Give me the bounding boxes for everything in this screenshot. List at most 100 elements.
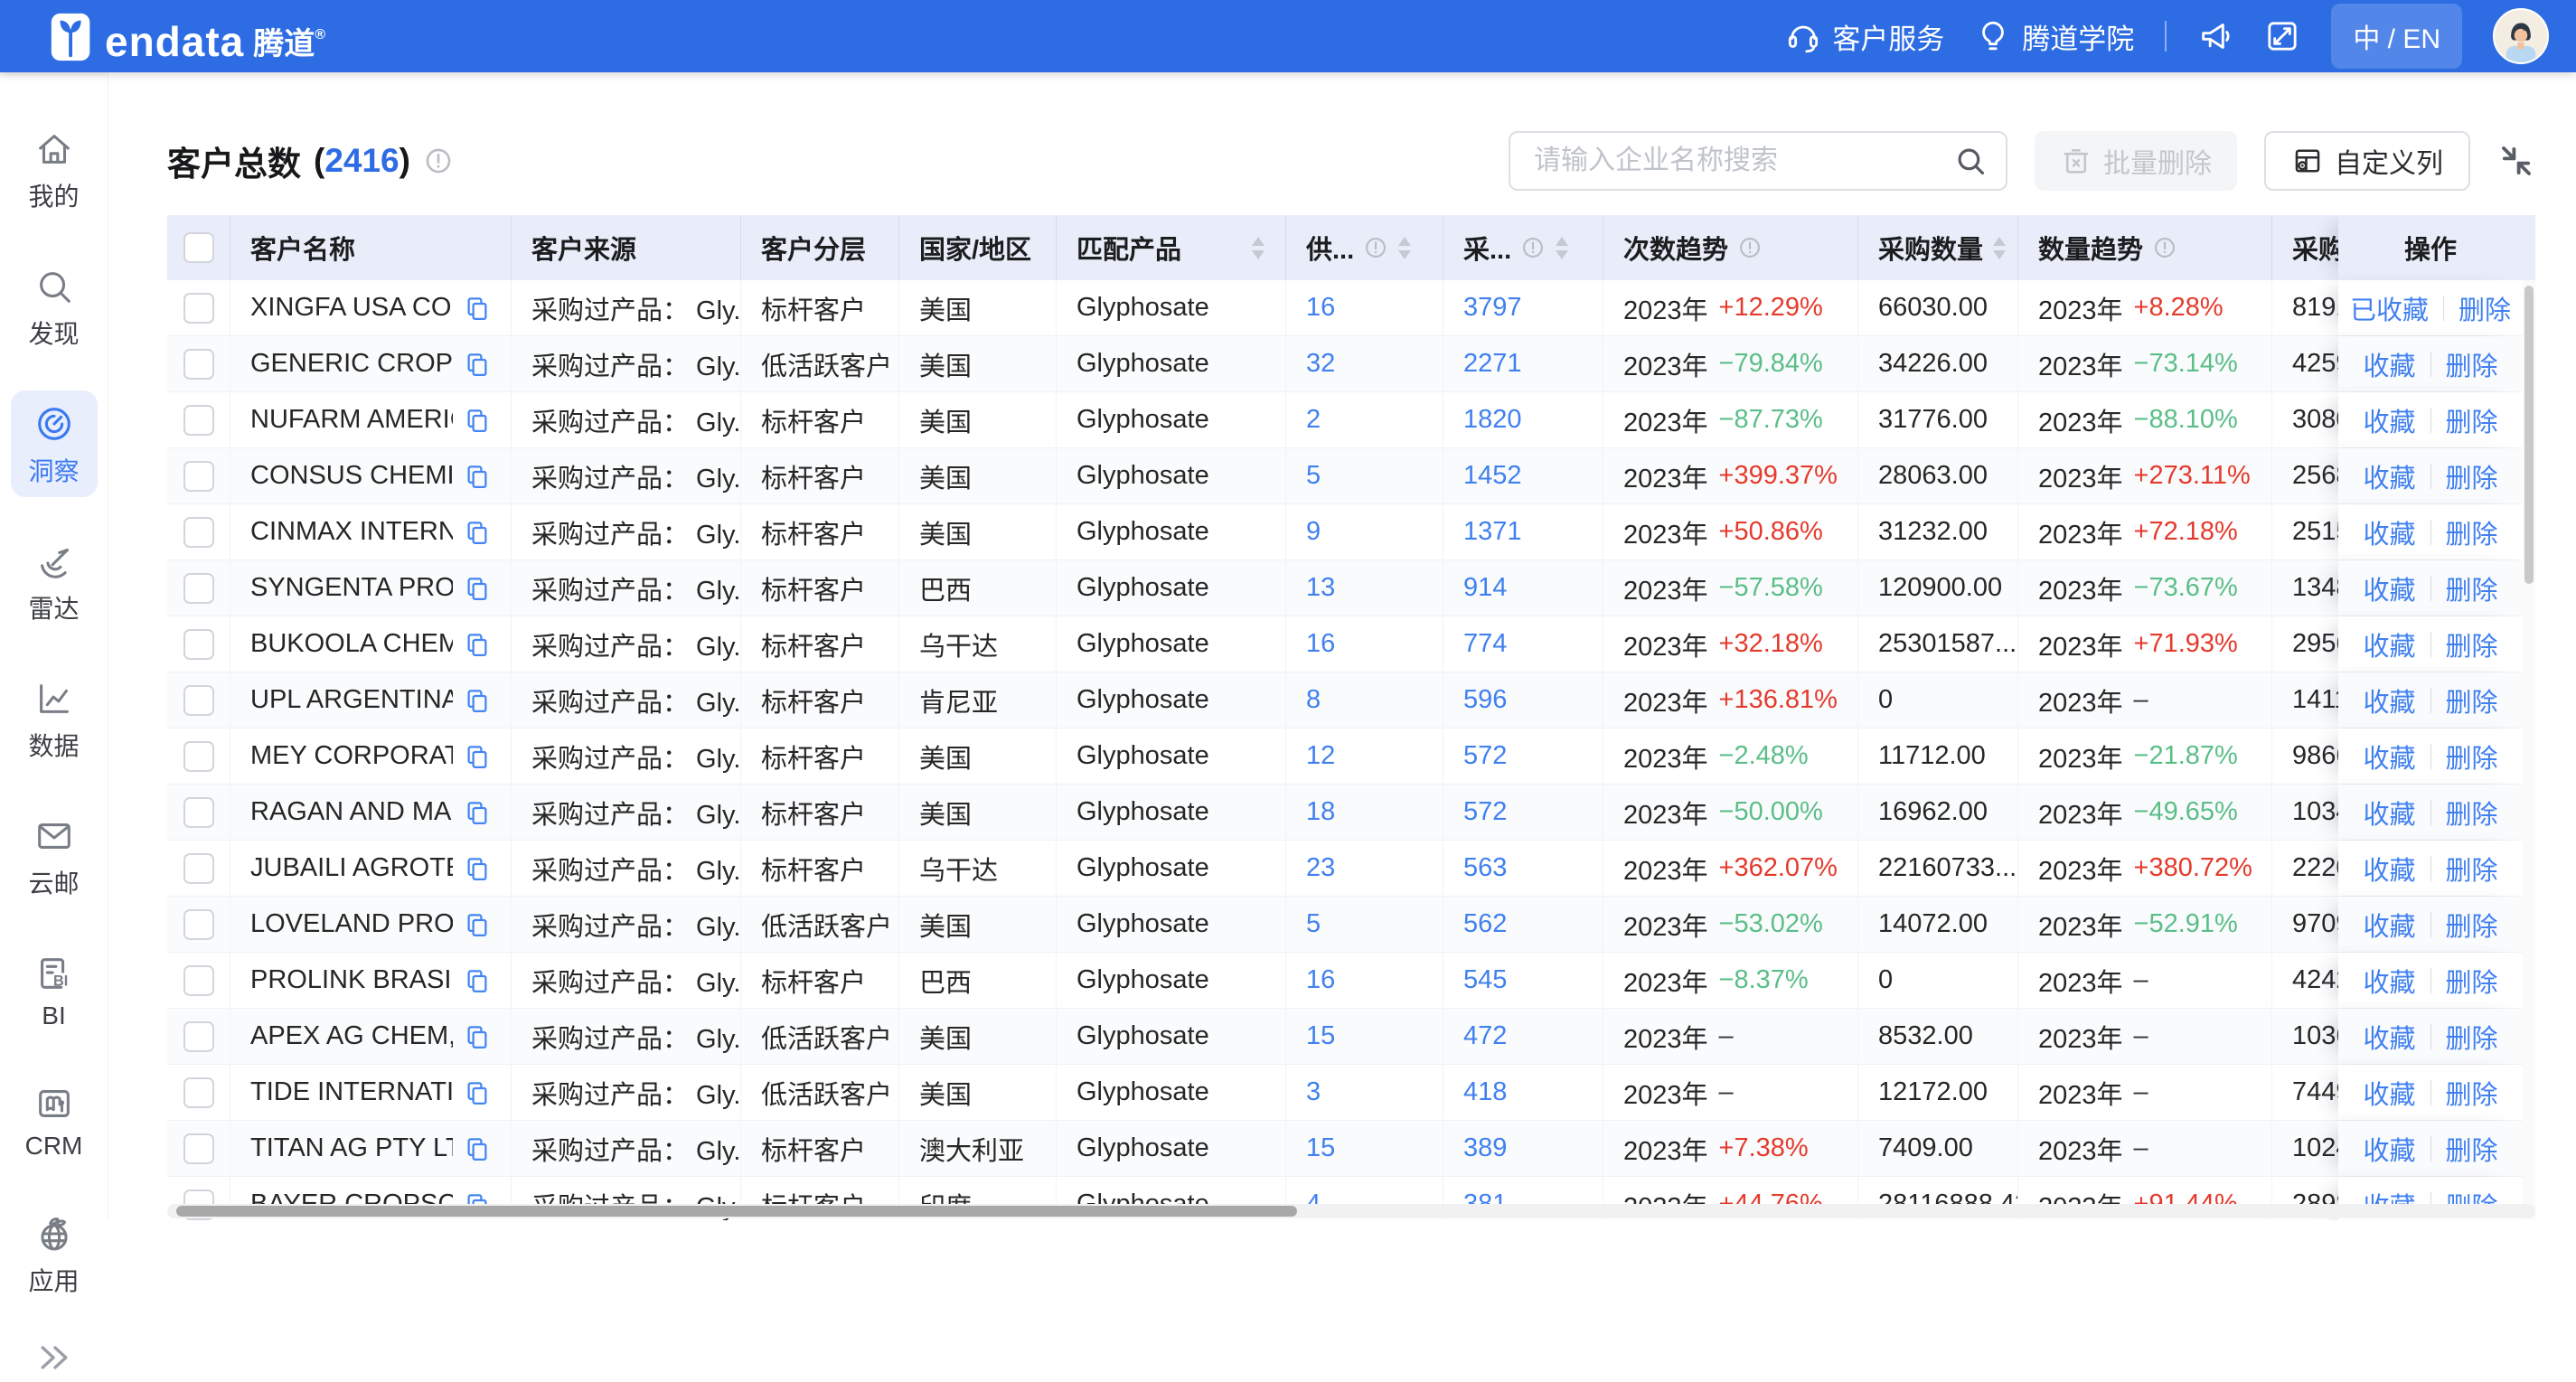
sort-control[interactable] bbox=[1992, 237, 2007, 259]
sort-control[interactable] bbox=[1251, 237, 1265, 259]
search-icon[interactable] bbox=[1953, 144, 1988, 178]
suppliers-count-link[interactable]: 16 bbox=[1306, 293, 1335, 323]
collapse-view-icon[interactable] bbox=[2497, 142, 2535, 180]
purchases-count-link[interactable]: 774 bbox=[1463, 629, 1507, 659]
copy-icon[interactable] bbox=[464, 295, 491, 322]
search-input[interactable] bbox=[1534, 146, 1953, 176]
customer-name[interactable]: BUKOOLA CHEMICA bbox=[250, 629, 453, 659]
customer-name[interactable]: GENERIC CROP SCI bbox=[250, 349, 453, 379]
suppliers-count-link[interactable]: 12 bbox=[1306, 741, 1335, 771]
customer-name[interactable]: CINMAX INTERNATIO bbox=[250, 517, 453, 547]
sort-control[interactable] bbox=[1555, 237, 1569, 259]
customer-name[interactable]: SYNGENTA PROTEC bbox=[250, 573, 453, 603]
tendata-logo[interactable]: endata 腾道® bbox=[49, 10, 325, 62]
delete-link[interactable]: 删除 bbox=[2446, 401, 2498, 439]
info-icon[interactable] bbox=[1520, 235, 1546, 260]
delete-link[interactable]: 删除 bbox=[2446, 738, 2498, 776]
favorite-link[interactable]: 收藏 bbox=[2363, 1130, 2415, 1168]
sidebar-item-apps[interactable]: 应用 bbox=[11, 1200, 98, 1307]
suppliers-count-link[interactable]: 16 bbox=[1306, 629, 1335, 659]
suppliers-count-link[interactable]: 15 bbox=[1306, 1133, 1335, 1163]
purchases-count-link[interactable]: 472 bbox=[1463, 1021, 1507, 1051]
suppliers-count-link[interactable]: 5 bbox=[1306, 461, 1321, 491]
row-checkbox[interactable] bbox=[183, 1133, 214, 1164]
info-icon[interactable] bbox=[1737, 235, 1763, 260]
delete-link[interactable]: 删除 bbox=[2446, 962, 2498, 1000]
purchases-count-link[interactable]: 596 bbox=[1463, 685, 1507, 715]
vertical-scrollbar[interactable] bbox=[2523, 280, 2535, 1220]
row-checkbox[interactable] bbox=[183, 349, 214, 380]
favorite-link[interactable]: 收藏 bbox=[2363, 513, 2415, 551]
copy-icon[interactable] bbox=[464, 575, 491, 602]
purchases-count-link[interactable]: 545 bbox=[1463, 965, 1507, 995]
company-search-box[interactable] bbox=[1509, 131, 2007, 191]
row-checkbox[interactable] bbox=[183, 741, 214, 772]
horizontal-scrollbar-thumb[interactable] bbox=[176, 1206, 1297, 1217]
suppliers-count-link[interactable]: 23 bbox=[1306, 853, 1335, 883]
sidebar-expand-button[interactable] bbox=[34, 1338, 74, 1382]
announcement-icon[interactable] bbox=[2197, 18, 2233, 54]
favorite-link[interactable]: 收藏 bbox=[2363, 794, 2415, 832]
purchases-count-link[interactable]: 418 bbox=[1463, 1077, 1507, 1107]
customer-service-link[interactable]: 客户服务 bbox=[1785, 16, 1944, 57]
suppliers-count-link[interactable]: 5 bbox=[1306, 909, 1321, 939]
copy-icon[interactable] bbox=[464, 1079, 491, 1106]
delete-link[interactable]: 删除 bbox=[2446, 1130, 2498, 1168]
purchases-count-link[interactable]: 2271 bbox=[1463, 349, 1522, 379]
row-checkbox[interactable] bbox=[183, 573, 214, 604]
delete-link[interactable]: 删除 bbox=[2446, 1074, 2498, 1112]
academy-link[interactable]: 腾道学院 bbox=[1975, 16, 2134, 57]
row-checkbox[interactable] bbox=[183, 517, 214, 548]
sort-control[interactable] bbox=[1397, 237, 1412, 259]
customer-name[interactable]: RAGAN AND MASSE bbox=[250, 797, 453, 827]
purchases-count-link[interactable]: 563 bbox=[1463, 853, 1507, 883]
favorite-link[interactable]: 收藏 bbox=[2363, 625, 2415, 663]
delete-link[interactable]: 删除 bbox=[2446, 513, 2498, 551]
customer-name[interactable]: XINGFA USA CORPO bbox=[250, 293, 453, 323]
favorite-link[interactable]: 已收藏 bbox=[2350, 289, 2429, 327]
purchases-count-link[interactable]: 572 bbox=[1463, 741, 1507, 771]
purchases-count-link[interactable]: 914 bbox=[1463, 573, 1507, 603]
customer-name[interactable]: TITAN AG PTY LTD bbox=[250, 1133, 453, 1163]
sidebar-item-bi[interactable]: BI BI bbox=[11, 940, 98, 1039]
copy-icon[interactable] bbox=[464, 911, 491, 938]
favorite-link[interactable]: 收藏 bbox=[2363, 906, 2415, 944]
delete-link[interactable]: 删除 bbox=[2446, 906, 2498, 944]
suppliers-count-link[interactable]: 13 bbox=[1306, 573, 1335, 603]
copy-icon[interactable] bbox=[464, 1023, 491, 1050]
favorite-link[interactable]: 收藏 bbox=[2363, 962, 2415, 1000]
customer-name[interactable]: UPL ARGENTINA S. bbox=[250, 685, 453, 715]
customer-name[interactable]: JUBAILI AGROTEC LI bbox=[250, 853, 453, 883]
customer-name[interactable]: LOVELAND PRODUC bbox=[250, 909, 453, 939]
vertical-scrollbar-thumb[interactable] bbox=[2524, 286, 2534, 584]
purchases-count-link[interactable]: 1452 bbox=[1463, 461, 1522, 491]
avatar[interactable] bbox=[2493, 8, 2549, 64]
suppliers-count-link[interactable]: 2 bbox=[1306, 405, 1321, 435]
row-checkbox[interactable] bbox=[183, 853, 214, 884]
row-checkbox[interactable] bbox=[183, 461, 214, 492]
row-checkbox[interactable] bbox=[183, 685, 214, 716]
row-checkbox[interactable] bbox=[183, 293, 214, 324]
customize-columns-button[interactable]: 自定义列 bbox=[2264, 131, 2470, 191]
row-checkbox[interactable] bbox=[183, 1077, 214, 1108]
batch-delete-button[interactable]: 批量删除 bbox=[2035, 131, 2237, 191]
favorite-link[interactable]: 收藏 bbox=[2363, 850, 2415, 888]
copy-icon[interactable] bbox=[464, 799, 491, 826]
sidebar-item-data[interactable]: 数据 bbox=[11, 665, 98, 772]
favorite-link[interactable]: 收藏 bbox=[2363, 457, 2415, 495]
purchases-count-link[interactable]: 1820 bbox=[1463, 405, 1522, 435]
language-toggle[interactable]: 中 / EN bbox=[2331, 4, 2462, 69]
favorite-link[interactable]: 收藏 bbox=[2363, 1074, 2415, 1112]
fullscreen-icon[interactable] bbox=[2264, 18, 2300, 54]
sidebar-item-radar[interactable]: 雷达 bbox=[11, 528, 98, 635]
sidebar-item-my[interactable]: 我的 bbox=[11, 116, 98, 222]
copy-icon[interactable] bbox=[464, 407, 491, 434]
copy-icon[interactable] bbox=[464, 631, 491, 658]
row-checkbox[interactable] bbox=[183, 965, 214, 996]
delete-link[interactable]: 删除 bbox=[2458, 289, 2511, 327]
favorite-link[interactable]: 收藏 bbox=[2363, 569, 2415, 607]
copy-icon[interactable] bbox=[464, 519, 491, 546]
copy-icon[interactable] bbox=[464, 687, 491, 714]
suppliers-count-link[interactable]: 9 bbox=[1306, 517, 1321, 547]
purchases-count-link[interactable]: 389 bbox=[1463, 1133, 1507, 1163]
